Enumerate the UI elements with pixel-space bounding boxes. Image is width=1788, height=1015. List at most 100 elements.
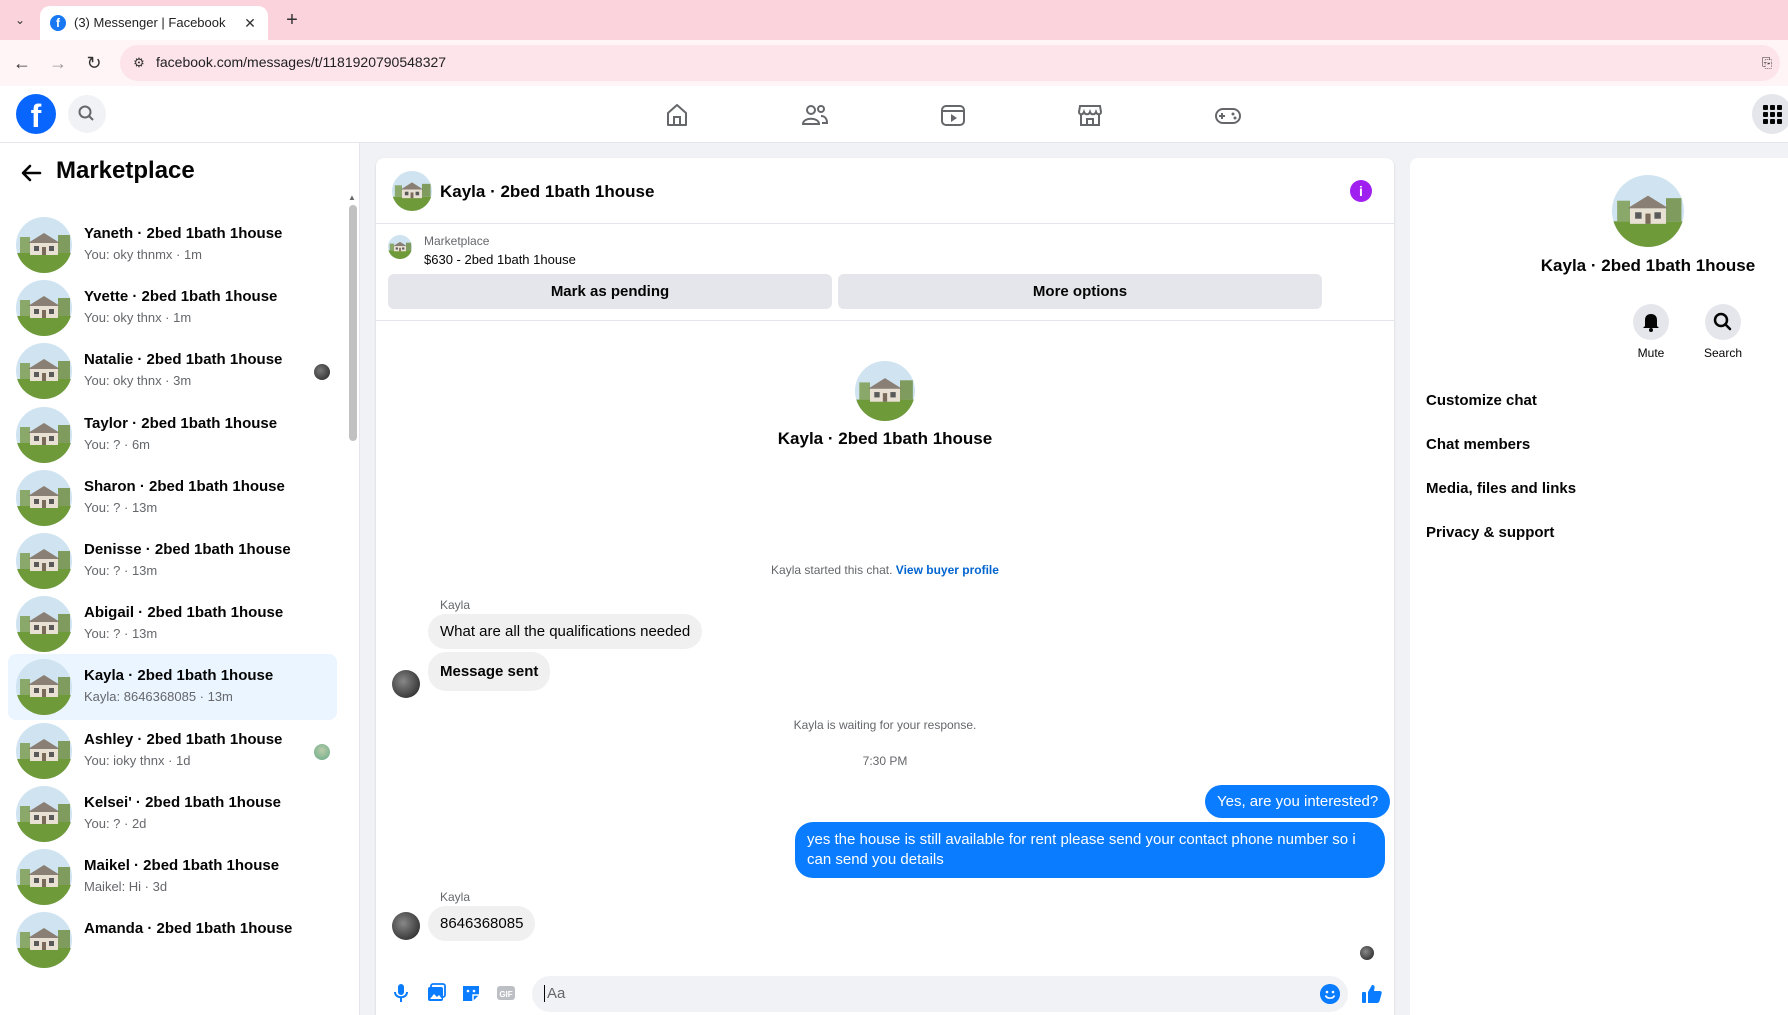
search-action[interactable]: Search (1683, 304, 1763, 360)
conversation-avatar (16, 849, 72, 905)
conversation-avatar (16, 343, 72, 400)
conversation-item[interactable]: Abigail · 2bed 1bath 1house You: ? · 13m (8, 591, 337, 657)
conversation-preview: You: ? · 6m (84, 436, 151, 452)
conversation-name: Kelsei' · 2bed 1bath 1house (84, 793, 281, 811)
conversation-name: Yaneth · 2bed 1bath 1house (84, 225, 283, 242)
mute-action[interactable]: Mute (1611, 304, 1691, 360)
reload-icon[interactable]: ↻ (82, 51, 106, 75)
privacy-support-item[interactable]: Privacy & support (1426, 524, 1554, 541)
listing-title[interactable]: $630 - 2bed 1bath 1house (424, 252, 576, 267)
message-composer[interactable]: Aa (532, 976, 1348, 1012)
listing-banner: Marketplace $630 - 2bed 1bath 1house Mar… (376, 225, 1394, 321)
conversation-name: Ashley · 2bed 1bath 1house (84, 730, 283, 748)
panel-title: Marketplace (56, 157, 195, 184)
incoming-message[interactable]: 8646368085 (428, 906, 536, 941)
back-arrow-icon[interactable] (18, 159, 46, 187)
conversation-name: Yvette · 2bed 1bath 1house (84, 288, 278, 306)
media-files-links-item[interactable]: Media, files and links (1426, 480, 1576, 497)
mute-button[interactable] (1633, 304, 1669, 340)
conversation-preview: You: ioky thnx · 1d (84, 752, 191, 768)
incoming-message[interactable]: What are all the qualifications needed (428, 614, 703, 649)
chat-header-avatar[interactable] (392, 171, 432, 211)
search-in-chat-button[interactable] (1705, 304, 1741, 340)
conversation-list-panel: Marketplace Yaneth · 2bed 1bath 1house Yo… (0, 143, 360, 1015)
facebook-search-button[interactable] (68, 95, 106, 133)
incoming-message-sent-notice[interactable]: Message sent (428, 652, 551, 691)
emoji-icon[interactable] (1320, 984, 1340, 1004)
site-info-icon[interactable]: ⚙ (130, 54, 148, 72)
video-icon[interactable] (938, 100, 968, 130)
outgoing-message[interactable]: Yes, are you interested? (1205, 785, 1391, 818)
message-input[interactable]: Aa (544, 985, 565, 1002)
conversation-item[interactable]: Natalie · 2bed 1bath 1house You: oky thnx… (8, 338, 337, 404)
conversation-name: Sharon · 2bed 1bath 1house (84, 477, 285, 495)
profile-avatar[interactable] (1612, 175, 1684, 247)
home-icon[interactable] (662, 100, 692, 130)
facebook-favicon-icon: f (50, 15, 66, 31)
new-tab-icon[interactable]: + (280, 8, 304, 32)
conversation-name: Amanda · 2bed 1bath 1house (84, 920, 293, 938)
customize-chat-item[interactable]: Customize chat (1426, 392, 1537, 409)
forward-icon[interactable]: → (46, 51, 70, 75)
waiting-notice: Kayla is waiting for your response. (793, 718, 977, 732)
gif-icon[interactable]: GIF (495, 982, 517, 1004)
conversation-item[interactable]: Sharon · 2bed 1bath 1house You: ? · 13m (8, 465, 337, 531)
chat-info-panel: Kayla · 2bed 1bath 1house Mute Search Cu… (1410, 158, 1788, 1015)
browser-tab[interactable]: f (3) Messenger | Facebook ✕ (40, 6, 268, 40)
url-text[interactable]: facebook.com/messages/t/1181920790548327 (156, 54, 446, 70)
tab-close-icon[interactable]: ✕ (240, 13, 260, 33)
conversation-preview: Kayla: 8646368085 · 13m (84, 689, 233, 705)
facebook-logo-icon[interactable]: f (16, 94, 56, 134)
conversation-preview: You: ? · 13m (84, 499, 158, 515)
conversation-avatar (16, 596, 72, 653)
conversation-item[interactable]: Taylor · 2bed 1bath 1house You: ? · 6m (8, 402, 337, 468)
scroll-up-icon[interactable]: ▲ (348, 193, 356, 202)
scrollbar-thumb[interactable] (349, 205, 357, 441)
message-timestamp: 7:30 PM (862, 754, 908, 768)
conversation-preview: You: ? · 2d (84, 815, 147, 831)
sender-avatar[interactable] (392, 670, 420, 698)
intro-avatar[interactable] (855, 361, 915, 421)
conversation-item[interactable]: Ashley · 2bed 1bath 1house You: ioky thnx… (8, 718, 337, 784)
mark-as-pending-button[interactable]: Mark as pending (388, 274, 832, 309)
conversation-item[interactable]: Kayla · 2bed 1bath 1house Kayla: 86463680… (8, 654, 337, 721)
address-bar[interactable]: ⚙ facebook.com/messages/t/11819207905483… (120, 45, 1780, 81)
install-app-icon[interactable]: ⎘ (1762, 54, 1780, 72)
chat-panel: Kayla · 2bed 1bath 1house i Marketplace … (376, 158, 1394, 1015)
conversation-name: Abigail · 2bed 1bath 1house (84, 604, 284, 622)
conversation-item[interactable]: Amanda · 2bed 1bath 1house (8, 907, 337, 973)
mute-label: Mute (1637, 346, 1665, 360)
info-icon[interactable]: i (1350, 180, 1372, 202)
conversation-item[interactable]: Maikel · 2bed 1bath 1house Maikel: Hi · 3… (8, 844, 337, 910)
thumbs-up-icon[interactable] (1360, 982, 1384, 1006)
chat-members-item[interactable]: Chat members (1426, 436, 1530, 453)
gaming-icon[interactable] (1213, 100, 1243, 130)
browser-toolbar: ← → ↻ ⚙ facebook.com/messages/t/11819207… (0, 40, 1788, 86)
tab-title: (3) Messenger | Facebook (74, 15, 226, 30)
photo-icon[interactable] (425, 982, 447, 1004)
conversation-name: Kayla · 2bed 1bath 1house (84, 667, 274, 685)
marketplace-icon[interactable] (1075, 100, 1105, 130)
sender-label: Kayla (440, 598, 471, 612)
listing-thumbnail[interactable] (388, 235, 412, 259)
back-icon[interactable]: ← (10, 51, 34, 75)
conversation-item[interactable]: Yvette · 2bed 1bath 1house You: oky thnx … (8, 275, 337, 341)
conversation-item[interactable]: Yaneth · 2bed 1bath 1house You: oky thnmx… (8, 212, 337, 278)
menu-button[interactable] (1752, 94, 1788, 134)
microphone-icon[interactable] (390, 982, 412, 1004)
view-buyer-profile-link[interactable]: View buyer profile (896, 563, 999, 577)
chat-header-name[interactable]: Kayla · 2bed 1bath 1house (440, 182, 654, 202)
sender-avatar[interactable] (392, 912, 420, 940)
conversation-avatar (16, 659, 72, 716)
grid-menu-icon (1763, 105, 1782, 124)
search-label: Search (1703, 346, 1743, 360)
chat-started-text: Kayla started this chat. (771, 563, 893, 577)
friends-icon[interactable] (800, 100, 830, 130)
conversation-avatar (16, 469, 72, 526)
conversation-item[interactable]: Kelsei' · 2bed 1bath 1house You: ? · 2d (8, 781, 337, 847)
tab-search-chevron-icon[interactable]: ⌄ (10, 10, 30, 30)
conversation-item[interactable]: Denisse · 2bed 1bath 1house You: ? · 13m (8, 528, 337, 594)
sticker-icon[interactable] (460, 982, 482, 1004)
more-options-button[interactable]: More options (838, 274, 1322, 309)
outgoing-message[interactable]: yes the house is still available for ren… (795, 822, 1385, 878)
